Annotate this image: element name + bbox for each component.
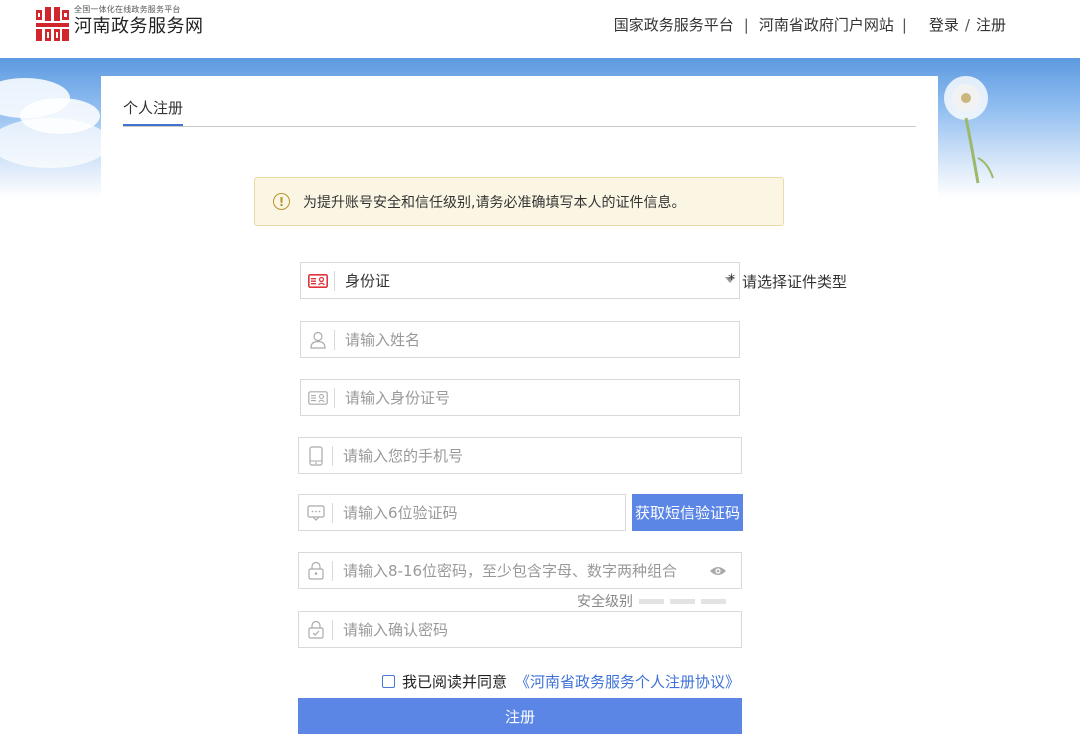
field-divider <box>332 560 333 581</box>
id-card-icon <box>301 271 334 291</box>
field-divider <box>334 270 335 291</box>
strength-label: 安全级别 <box>577 594 633 610</box>
sms-code-placeholder: 请输入6位验证码 <box>343 504 458 522</box>
dandelion-illustration <box>944 76 994 184</box>
strength-bar <box>701 598 726 604</box>
nav-link-national-platform[interactable]: 国家政务服务平台 <box>614 14 734 35</box>
agreement-checkbox[interactable] <box>382 675 395 688</box>
lock-check-icon <box>299 620 332 640</box>
field-divider <box>332 502 333 523</box>
logo-subtitle: 全国一体化在线政务服务平台 <box>74 5 181 14</box>
henan-logo-icon <box>36 7 69 41</box>
agreement-link[interactable]: 《河南省政务服务个人注册协议》 <box>515 671 740 692</box>
notice-banner: ! 为提升账号安全和信任级别,请务必准确填写本人的证件信息。 <box>254 177 784 226</box>
field-divider <box>334 387 335 408</box>
name-placeholder: 请输入姓名 <box>345 331 421 349</box>
id-number-placeholder: 请输入身份证号 <box>345 389 451 407</box>
top-nav: 国家政务服务平台 | 河南省政府门户网站 | 登录 / 注册 <box>614 14 1006 35</box>
site-header: 全国一体化在线政务服务平台 河南政务服务网 国家政务服务平台 | 河南省政府门户… <box>0 0 1080 58</box>
register-link[interactable]: 注册 <box>976 14 1006 35</box>
site-logo[interactable]: 全国一体化在线政务服务平台 河南政务服务网 <box>36 5 204 41</box>
info-icon: ! <box>273 193 290 210</box>
agreement-text: 我已阅读并同意 <box>402 673 508 691</box>
id-number-input[interactable]: 请输入身份证号 <box>300 379 740 416</box>
tab-personal-registration[interactable]: 个人注册 <box>123 98 184 126</box>
eye-icon[interactable] <box>709 565 727 577</box>
required-mark: * <box>728 272 735 288</box>
password-input[interactable]: 请输入8-16位密码，至少包含字母、数字两种组合 <box>298 552 742 589</box>
person-icon <box>301 330 334 350</box>
notice-text: 为提升账号安全和信任级别,请务必准确填写本人的证件信息。 <box>303 194 686 211</box>
password-strength: 安全级别 <box>577 591 726 611</box>
phone-input[interactable]: 请输入您的手机号 <box>298 437 742 474</box>
nav-slash: / <box>964 15 970 34</box>
field-divider <box>334 329 335 350</box>
nav-link-provincial-portal[interactable]: 河南省政府门户网站 <box>759 14 894 35</box>
strength-bar <box>670 598 695 604</box>
confirm-password-input[interactable]: 请输入确认密码 <box>298 611 742 648</box>
logo-title: 河南政务服务网 <box>74 16 204 37</box>
get-sms-code-button[interactable]: 获取短信验证码 <box>632 494 743 531</box>
strength-bar <box>639 598 664 604</box>
sms-code-input[interactable]: 请输入6位验证码 <box>298 494 626 531</box>
nav-separator: | <box>901 15 907 34</box>
id-card-icon <box>301 388 334 408</box>
id-type-hint: 请选择证件类型 <box>742 273 848 291</box>
agreement-row: 我已阅读并同意 《河南省政务服务个人注册协议》 <box>382 671 740 692</box>
register-submit-button[interactable]: 注册 <box>298 698 742 734</box>
message-icon <box>299 503 332 523</box>
id-type-value: 身份证 <box>345 272 391 290</box>
phone-placeholder: 请输入您的手机号 <box>343 447 464 465</box>
mobile-icon <box>299 445 332 466</box>
id-type-select[interactable]: 身份证 <box>300 262 740 299</box>
login-link[interactable]: 登录 <box>929 14 959 35</box>
lock-icon <box>299 561 332 581</box>
tab-bar: 个人注册 <box>123 98 916 127</box>
nav-separator: | <box>743 15 749 34</box>
field-divider <box>332 619 333 640</box>
name-input[interactable]: 请输入姓名 <box>300 321 740 358</box>
password-placeholder: 请输入8-16位密码，至少包含字母、数字两种组合 <box>343 562 678 580</box>
confirm-password-placeholder: 请输入确认密码 <box>343 621 449 639</box>
registration-card: 个人注册 ! 为提升账号安全和信任级别,请务必准确填写本人的证件信息。 身份证 … <box>101 76 938 754</box>
field-divider <box>332 445 333 466</box>
